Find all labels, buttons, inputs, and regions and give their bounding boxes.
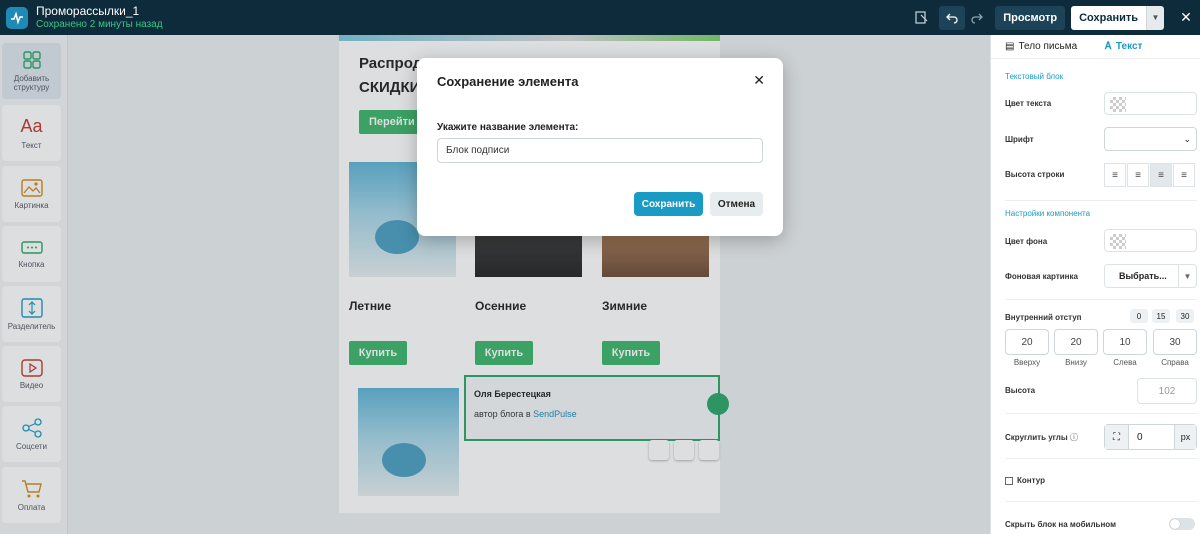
info-icon[interactable]: ⓘ xyxy=(1070,433,1078,442)
unit-label: px xyxy=(1174,425,1196,449)
text-style-icon: Ꭺ xyxy=(1105,41,1112,52)
hide-mobile-label: Скрыть блок на мобильном xyxy=(1005,520,1116,529)
text-color-picker[interactable] xyxy=(1104,92,1197,115)
element-name-input[interactable] xyxy=(437,138,763,163)
bg-image-label: Фоновая картинка xyxy=(1005,272,1078,281)
top-bar: Проморассылки_1 Сохранено 2 минуты назад… xyxy=(0,0,1200,35)
padding-bottom-input[interactable]: 20 xyxy=(1054,329,1098,355)
line-height-1-icon[interactable]: ≡ xyxy=(1104,163,1126,187)
line-height-label: Высота строки xyxy=(1005,170,1065,179)
hide-mobile-toggle[interactable] xyxy=(1169,518,1195,530)
padding-top-input[interactable]: 20 xyxy=(1005,329,1049,355)
text-color-label: Цвет текста xyxy=(1005,99,1052,108)
chevron-down-icon[interactable]: ▼ xyxy=(1178,265,1196,287)
app-logo-icon[interactable] xyxy=(6,6,28,29)
save-element-modal: Сохранение элемента ✕ Укажите название э… xyxy=(417,58,783,236)
redo-icon[interactable] xyxy=(965,6,989,30)
height-label: Высота xyxy=(1005,386,1036,395)
padding-preset[interactable]: 30 xyxy=(1176,309,1194,323)
modal-save-button[interactable]: Сохранить xyxy=(634,192,703,216)
padding-bottom-label: Внизу xyxy=(1065,358,1087,367)
padding-preset[interactable]: 15 xyxy=(1152,309,1170,323)
element-name-label: Укажите название элемента: xyxy=(437,122,579,133)
tab-email-body[interactable]: ▤ Тело письма xyxy=(991,41,1091,52)
round-corners-input[interactable]: ⛶ 0 px xyxy=(1104,424,1197,450)
properties-panel: ▤ Тело письма Ꭺ Текст Текстовый блок Цве… xyxy=(990,35,1200,534)
divider xyxy=(1005,413,1197,414)
round-corners-label: Скруглить углы ⓘ xyxy=(1005,433,1078,442)
close-icon[interactable]: ✕ xyxy=(753,72,765,89)
divider xyxy=(1005,458,1197,459)
padding-top-label: Вверху xyxy=(1013,358,1041,367)
padding-preset[interactable]: 0 xyxy=(1130,309,1148,323)
font-select[interactable]: ⌄ xyxy=(1104,127,1197,151)
padding-left-input[interactable]: 10 xyxy=(1103,329,1147,355)
chevron-down-icon[interactable]: ▼ xyxy=(1146,5,1164,30)
modal-cancel-button[interactable]: Отмена xyxy=(710,192,763,216)
line-height-2-icon[interactable]: ≡ xyxy=(1127,163,1149,187)
padding-right-input[interactable]: 30 xyxy=(1153,329,1197,355)
save-button[interactable]: Сохранить xyxy=(1071,5,1146,30)
saved-status: Сохранено 2 минуты назад xyxy=(36,18,163,30)
modal-title: Сохранение элемента xyxy=(437,74,579,89)
chevron-down-icon: ⌄ xyxy=(1183,133,1191,144)
preview-button[interactable]: Просмотр xyxy=(995,5,1066,30)
bg-color-picker[interactable] xyxy=(1104,229,1197,252)
outline-checkbox[interactable]: Контур xyxy=(1005,476,1045,485)
line-height-4-icon[interactable]: ≡ xyxy=(1173,163,1195,187)
divider xyxy=(1005,200,1197,201)
padding-right-label: Справа xyxy=(1161,358,1189,367)
device-preview-icon[interactable] xyxy=(909,6,933,30)
corners-icon[interactable]: ⛶ xyxy=(1105,425,1129,449)
divider xyxy=(1005,299,1197,300)
divider xyxy=(1005,501,1197,502)
document-icon: ▤ xyxy=(1005,41,1015,52)
bg-image-choose-button[interactable]: Выбрать... ▼ xyxy=(1104,264,1197,288)
close-icon[interactable]: ✕ xyxy=(1172,0,1200,35)
campaign-title[interactable]: Проморассылки_1 xyxy=(36,4,163,18)
line-height-3-icon[interactable]: ≡ xyxy=(1150,163,1172,187)
padding-left-label: Слева xyxy=(1113,358,1137,367)
bg-color-label: Цвет фона xyxy=(1005,237,1048,246)
font-label: Шрифт xyxy=(1005,135,1034,144)
padding-label: Внутренний отступ xyxy=(1005,313,1082,322)
height-input[interactable]: 102 xyxy=(1137,378,1197,404)
undo-icon[interactable] xyxy=(939,5,966,30)
section-component: Настройки компонента xyxy=(1005,209,1091,218)
tab-text[interactable]: Ꭺ Текст xyxy=(1091,41,1156,52)
section-text-block: Текстовый блок xyxy=(1005,72,1064,81)
